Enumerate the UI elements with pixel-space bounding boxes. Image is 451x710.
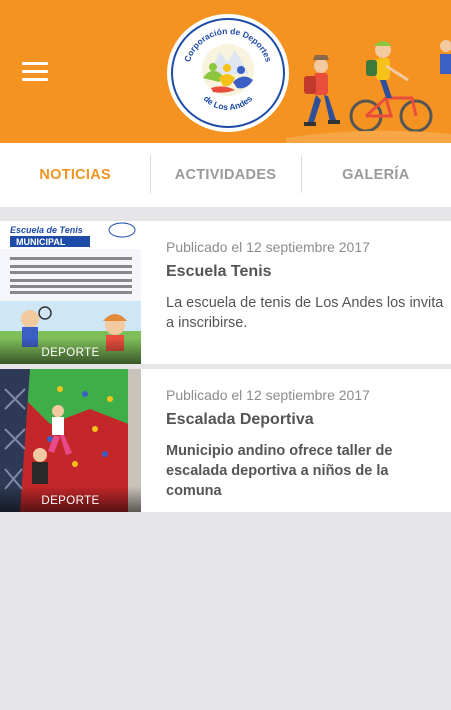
kids-illustration: [286, 40, 451, 143]
poster-heading-line2: MUNICIPAL: [16, 237, 66, 247]
news-card-escuela-tenis[interactable]: Escuela de Tenis MUNICIPAL DEPORTE Publi…: [0, 221, 451, 364]
news-card-escalada-deportiva[interactable]: DEPORTE Publicado el 12 septiembre 2017 …: [0, 369, 451, 512]
hamburger-menu-icon[interactable]: [22, 60, 50, 82]
app-header: Corporación de Deportes de Los Andes: [0, 0, 451, 143]
news-title[interactable]: Escuela Tenis: [166, 263, 272, 281]
tab-noticias[interactable]: NOTICIAS: [0, 143, 150, 207]
category-badge: DEPORTE: [0, 338, 141, 364]
tab-actividades[interactable]: ACTIVIDADES: [150, 143, 300, 207]
news-thumbnail: DEPORTE: [0, 369, 141, 512]
category-badge: DEPORTE: [0, 486, 141, 512]
news-date: Publicado el 12 septiembre 2017: [166, 387, 370, 403]
section-tabs: NOTICIAS ACTIVIDADES GALERÍA: [0, 143, 451, 207]
news-thumbnail: Escuela de Tenis MUNICIPAL DEPORTE: [0, 221, 141, 364]
corporacion-deportes-logo: Corporación de Deportes de Los Andes: [167, 14, 289, 132]
news-title[interactable]: Escalada Deportiva: [166, 411, 314, 429]
news-description: Municipio andino ofrece taller de escala…: [166, 443, 393, 499]
poster-heading-line1: Escuela de Tenis: [10, 225, 83, 235]
tab-galeria[interactable]: GALERÍA: [300, 143, 451, 207]
news-description: La escuela de tenis de Los Andes los inv…: [166, 295, 444, 331]
news-date: Publicado el 12 septiembre 2017: [166, 239, 370, 255]
